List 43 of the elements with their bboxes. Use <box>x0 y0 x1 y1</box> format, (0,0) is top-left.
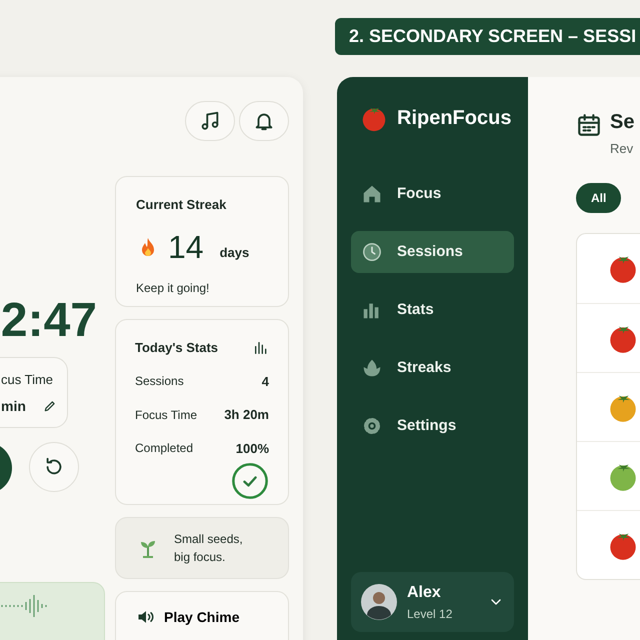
check-circle-icon <box>231 462 269 500</box>
timer-display: 2:47 <box>0 297 98 345</box>
tip-text: Small seeds, big focus. <box>174 531 244 566</box>
reset-button[interactable] <box>29 442 79 492</box>
nav-item[interactable]: Focus <box>351 173 514 215</box>
clock-icon <box>361 241 383 263</box>
pencil-icon[interactable] <box>43 399 57 413</box>
music-note-icon <box>199 110 221 132</box>
streak-unit: days <box>220 244 250 262</box>
gear-icon <box>361 415 383 437</box>
user-level: Level 12 <box>407 606 454 623</box>
stat-label: Focus Time <box>135 406 198 424</box>
streak-message: Keep it going! <box>136 280 210 296</box>
streak-count: 14 <box>168 230 204 262</box>
card-title: Current Streak <box>136 196 228 214</box>
bar-chart-icon <box>253 340 269 356</box>
music-button[interactable] <box>185 101 235 141</box>
app-name: RipenFocus <box>397 106 512 131</box>
home-icon <box>361 183 383 205</box>
user-card[interactable]: Alex Level 12 <box>351 572 514 632</box>
stat-value: 100% <box>236 440 269 458</box>
calendar-icon <box>576 111 602 139</box>
nav-item[interactable]: Streaks <box>351 347 514 389</box>
filter-chip[interactable]: All <box>576 182 622 212</box>
page-title: Se <box>610 111 634 133</box>
page-subtitle: Rev <box>610 140 634 158</box>
nav-item[interactable]: Stats <box>351 289 514 331</box>
user-name: Alex <box>407 583 442 603</box>
focus-time-value: min <box>1 396 26 416</box>
avatar-icon <box>361 584 397 620</box>
stat-value: 3h 20m <box>224 406 269 424</box>
nav-item[interactable]: Settings <box>351 405 514 447</box>
section-banner: 2. SECONDARY SCREEN – SESSI <box>335 18 640 55</box>
stat-label: Sessions <box>135 373 184 390</box>
focus-time-setting[interactable]: cus Time min <box>0 357 68 428</box>
card-title: Today's Stats <box>135 339 218 357</box>
leaf-icon <box>361 357 383 379</box>
play-chime-button[interactable]: Play Chime <box>115 591 289 640</box>
nav-item[interactable]: Sessions <box>351 231 514 273</box>
stat-label: Completed <box>135 440 194 458</box>
notifications-button[interactable] <box>239 101 289 141</box>
stat-value: 4 <box>262 372 269 390</box>
focus-time-label: cus Time <box>1 371 54 389</box>
